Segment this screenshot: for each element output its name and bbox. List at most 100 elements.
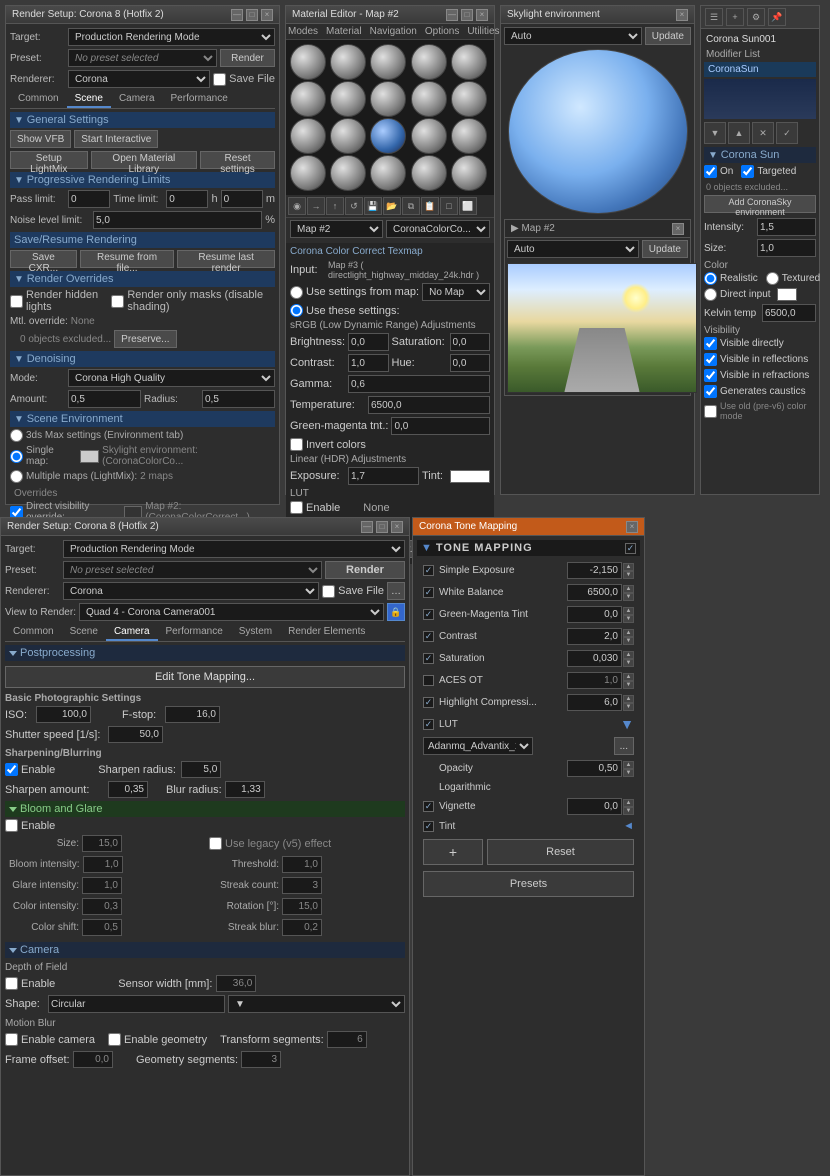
frame-input[interactable] <box>73 1051 113 1068</box>
menu-navigation[interactable]: Navigation <box>370 26 417 37</box>
saturation-check[interactable] <box>423 653 434 664</box>
denoising-select[interactable]: Corona High Quality <box>68 369 275 387</box>
amount-input[interactable] <box>68 390 141 408</box>
skylight-update-btn[interactable]: Update <box>645 27 691 45</box>
tab-common-bottom[interactable]: Common <box>5 624 62 641</box>
tab-performance-bottom[interactable]: Performance <box>158 624 231 641</box>
lut-tone-check[interactable] <box>423 719 434 730</box>
white-balance-check[interactable] <box>423 587 434 598</box>
sensor-width-input[interactable] <box>216 975 256 992</box>
corona-sun-modifier[interactable]: CoronaSun <box>704 62 816 77</box>
mat-sphere-3[interactable] <box>370 44 406 80</box>
simple-exposure-down[interactable]: ▼ <box>623 571 634 579</box>
highlight-up[interactable]: ▲ <box>623 695 634 703</box>
tab-scene-bottom[interactable]: Scene <box>62 624 106 641</box>
mat-sphere-2[interactable] <box>330 44 366 80</box>
gm-tint-check[interactable] <box>423 609 434 620</box>
contrast-input[interactable] <box>348 354 389 372</box>
mat-sphere-12[interactable] <box>330 118 366 154</box>
use-old-checkbox[interactable] <box>704 405 717 418</box>
close-button-top[interactable]: × <box>261 9 273 21</box>
rs-view-select[interactable]: Quad 4 - Corona Camera001 <box>79 603 384 621</box>
mat-sphere-16[interactable] <box>290 155 326 191</box>
corona-tool-1[interactable]: ☰ <box>705 8 723 26</box>
panel-tool-d[interactable]: ✓ <box>776 122 798 144</box>
simple-exposure-check[interactable] <box>423 565 434 576</box>
reset-button[interactable]: Reset <box>487 839 634 865</box>
textured-radio[interactable] <box>766 272 779 285</box>
edit-tone-mapping-btn[interactable]: Edit Tone Mapping... <box>5 666 405 688</box>
mat-sphere-13[interactable] <box>370 118 406 154</box>
tool-reset[interactable]: ↺ <box>345 197 363 215</box>
gm-tint-input[interactable] <box>567 606 622 623</box>
presets-button[interactable]: Presets <box>423 871 634 897</box>
open-library-btn[interactable]: Open Material Library <box>91 151 197 169</box>
targeted-checkbox[interactable] <box>741 165 754 178</box>
tool-save[interactable]: 💾 <box>364 197 382 215</box>
pass-input[interactable] <box>68 190 110 208</box>
streak-count-input[interactable] <box>282 877 322 894</box>
single-map-radio[interactable] <box>10 450 23 463</box>
menu-modes[interactable]: Modes <box>288 26 318 37</box>
enable-sharpen-checkbox[interactable] <box>5 763 18 776</box>
mat-sphere-4[interactable] <box>411 44 447 80</box>
mat-sphere-7[interactable] <box>330 81 366 117</box>
vignette-input[interactable] <box>567 798 622 815</box>
visible-refractions-checkbox[interactable] <box>704 369 717 382</box>
white-balance-up[interactable]: ▲ <box>623 585 634 593</box>
panel-tool-a[interactable]: ▼ <box>704 122 726 144</box>
rs-renderer-select[interactable]: Corona <box>63 582 319 600</box>
threshold-input[interactable] <box>282 856 322 873</box>
mat-sphere-5[interactable] <box>451 44 487 80</box>
time-h-input[interactable] <box>166 190 208 208</box>
hue-input[interactable] <box>450 354 491 372</box>
tab-camera-bottom[interactable]: Camera <box>106 624 158 641</box>
show-vfb-btn[interactable]: Show VFB <box>10 130 71 148</box>
iso-input[interactable] <box>36 706 91 723</box>
blur-radius-input[interactable] <box>225 781 265 798</box>
opacity-down[interactable]: ▼ <box>623 769 634 777</box>
enable-camera-checkbox[interactable] <box>5 1033 18 1046</box>
shape-select[interactable]: ▼ <box>228 995 405 1013</box>
temp-input[interactable] <box>368 396 490 414</box>
realistic-radio[interactable] <box>704 272 717 285</box>
mat-sphere-9[interactable] <box>411 81 447 117</box>
save-cxr-btn[interactable]: Save CXR... <box>10 250 77 268</box>
highlight-check[interactable] <box>423 697 434 708</box>
noise-input[interactable] <box>93 211 262 229</box>
use-these-radio[interactable] <box>290 304 303 317</box>
enable-bloom-checkbox[interactable] <box>5 819 18 832</box>
lut-select-dropdown[interactable]: Adanmq_Advantix_100 <box>423 737 533 755</box>
multiple-maps-radio[interactable] <box>10 470 23 483</box>
rs-target-select[interactable]: Production Rendering Mode <box>63 540 405 558</box>
mat-minimize[interactable]: — <box>446 9 458 21</box>
tool-select[interactable]: ↑ <box>326 197 344 215</box>
white-balance-input[interactable] <box>567 584 622 601</box>
menu-material[interactable]: Material <box>326 26 362 37</box>
on-checkbox[interactable] <box>704 165 717 178</box>
saturation-down[interactable]: ▼ <box>623 659 634 667</box>
saturation-input[interactable] <box>450 333 490 351</box>
3dsmax-radio[interactable] <box>10 429 23 442</box>
intensity-input[interactable] <box>757 218 816 236</box>
mat-sphere-10[interactable] <box>451 81 487 117</box>
lut-dots-button[interactable]: ... <box>614 737 634 755</box>
rotation-input[interactable] <box>282 898 322 915</box>
setup-lightmix-btn[interactable]: Setup LightMix <box>10 151 88 169</box>
tone-mapping-close[interactable]: × <box>626 521 638 533</box>
shutter-input[interactable] <box>108 726 163 743</box>
gm-tint-up[interactable]: ▲ <box>623 607 634 615</box>
generates-caustics-checkbox[interactable] <box>704 385 717 398</box>
glare-intensity-input[interactable] <box>82 877 122 894</box>
render-hidden-checkbox[interactable] <box>10 295 23 308</box>
time-m-input[interactable] <box>221 190 263 208</box>
visible-directly-checkbox[interactable] <box>704 337 717 350</box>
invert-checkbox[interactable] <box>290 438 303 451</box>
size-item-input[interactable] <box>82 835 122 852</box>
corona-tool-4[interactable]: 📌 <box>768 8 786 26</box>
gm-tint-down[interactable]: ▼ <box>623 615 634 623</box>
gm-input[interactable] <box>391 417 490 435</box>
saturation-up[interactable]: ▲ <box>623 651 634 659</box>
map-select[interactable]: Map #2 <box>290 220 383 238</box>
corona-color-select[interactable]: CoronaColorCo... <box>386 220 490 238</box>
